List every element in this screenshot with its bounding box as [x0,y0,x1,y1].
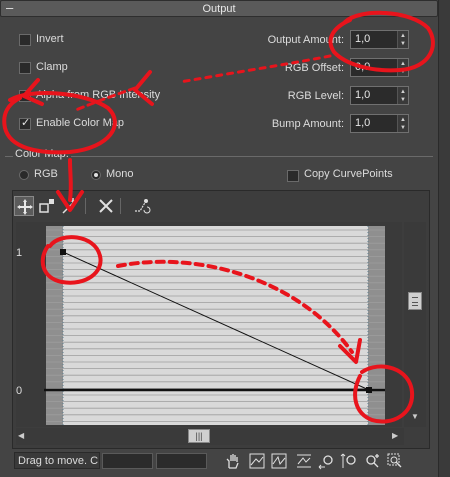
zoom-icon[interactable] [363,452,381,470]
bump-amount-value[interactable]: 1,0 [355,117,370,129]
rgb-level-value[interactable]: 1,0 [355,89,370,101]
spinner-arrows-icon[interactable]: ▲ ▼ [397,59,408,76]
rgb-level-label: RGB Level: [287,90,344,102]
zoom-horizontal-icon[interactable] [318,452,336,470]
color-map-group-label: Color Map: [13,148,71,160]
delete-point-icon[interactable] [96,196,116,216]
spinner-arrows-icon[interactable]: ▲ ▼ [397,115,408,132]
rgb-offset-value[interactable]: 0,0 [355,61,370,73]
spinner-arrows-icon[interactable]: ▲ ▼ [397,31,408,48]
y-label-one: 1 [16,247,23,259]
curve-point[interactable] [60,249,66,255]
clamp-label: Clamp [36,61,68,73]
zoom-region-icon[interactable] [386,452,404,470]
toolbar-separator [120,198,121,214]
curve-point[interactable] [366,387,372,393]
status-text: Drag to move. C [14,452,100,469]
zoom-vertical-icon[interactable] [340,452,358,470]
alpha-from-rgb-checkbox[interactable] [19,90,31,102]
copy-curve-points-label: Copy CurvePoints [304,168,393,180]
zoom-extents-icon[interactable] [248,452,266,470]
rgb-radio[interactable] [19,170,29,180]
scroll-left-icon[interactable]: ◀ [18,431,24,440]
bump-amount-spinner[interactable]: 1,0 ▲ ▼ [350,114,409,133]
mono-radio[interactable] [91,170,101,180]
output-amount-value[interactable]: 1,0 [355,33,370,45]
invert-label: Invert [36,33,64,45]
x-value-field[interactable] [102,453,153,469]
enable-color-map-label: Enable Color Map [36,117,125,129]
curve-graph[interactable] [16,222,402,427]
vertical-scroll-thumb[interactable] [408,292,422,310]
scale-point-icon[interactable] [37,196,57,216]
horizontal-scroll-thumb[interactable]: ||| [188,429,210,443]
spinner-arrows-icon[interactable]: ▲ ▼ [397,87,408,104]
mono-radio-label: Mono [106,168,134,180]
rgb-offset-spinner[interactable]: 0,0 ▲ ▼ [350,58,409,77]
curve-horizontal-scrollbar[interactable]: ◀ ||| ▶ [16,428,404,445]
rgb-level-spinner[interactable]: 1,0 ▲ ▼ [350,86,409,105]
enable-color-map-checkbox[interactable] [19,116,31,130]
move-icon[interactable] [14,196,34,216]
output-rollout-header[interactable]: – Output [0,0,438,17]
bump-amount-label: Bump Amount: [271,118,344,130]
rgb-radio-label: RGB [34,168,58,180]
copy-curve-points-checkbox[interactable] [287,170,299,182]
rollout-scrollbar[interactable] [438,0,450,477]
clamp-checkbox[interactable] [19,62,31,74]
output-amount-spinner[interactable]: 1,0 ▲ ▼ [350,30,409,49]
scroll-right-icon[interactable]: ▶ [392,431,398,440]
zoom-horizontal-extents-icon[interactable] [270,452,288,470]
output-amount-label: Output Amount: [267,34,344,46]
rollout-title: Output [202,3,236,15]
zoom-vertical-extents-icon[interactable] [295,452,313,470]
toolbar-separator [85,198,86,214]
y-value-field[interactable] [156,453,207,469]
reset-curves-icon[interactable] [132,196,152,216]
invert-checkbox[interactable] [19,34,31,46]
add-point-icon[interactable] [60,196,80,216]
scroll-down-icon[interactable]: ▼ [411,412,419,421]
rgb-offset-label: RGB Offset: [284,62,344,74]
alpha-from-rgb-label: Alpha from RGB Intensity [36,89,161,101]
y-label-zero: 0 [16,385,23,397]
pan-icon[interactable] [224,452,242,470]
curve-vertical-scrollbar[interactable]: ▼ [404,222,426,427]
